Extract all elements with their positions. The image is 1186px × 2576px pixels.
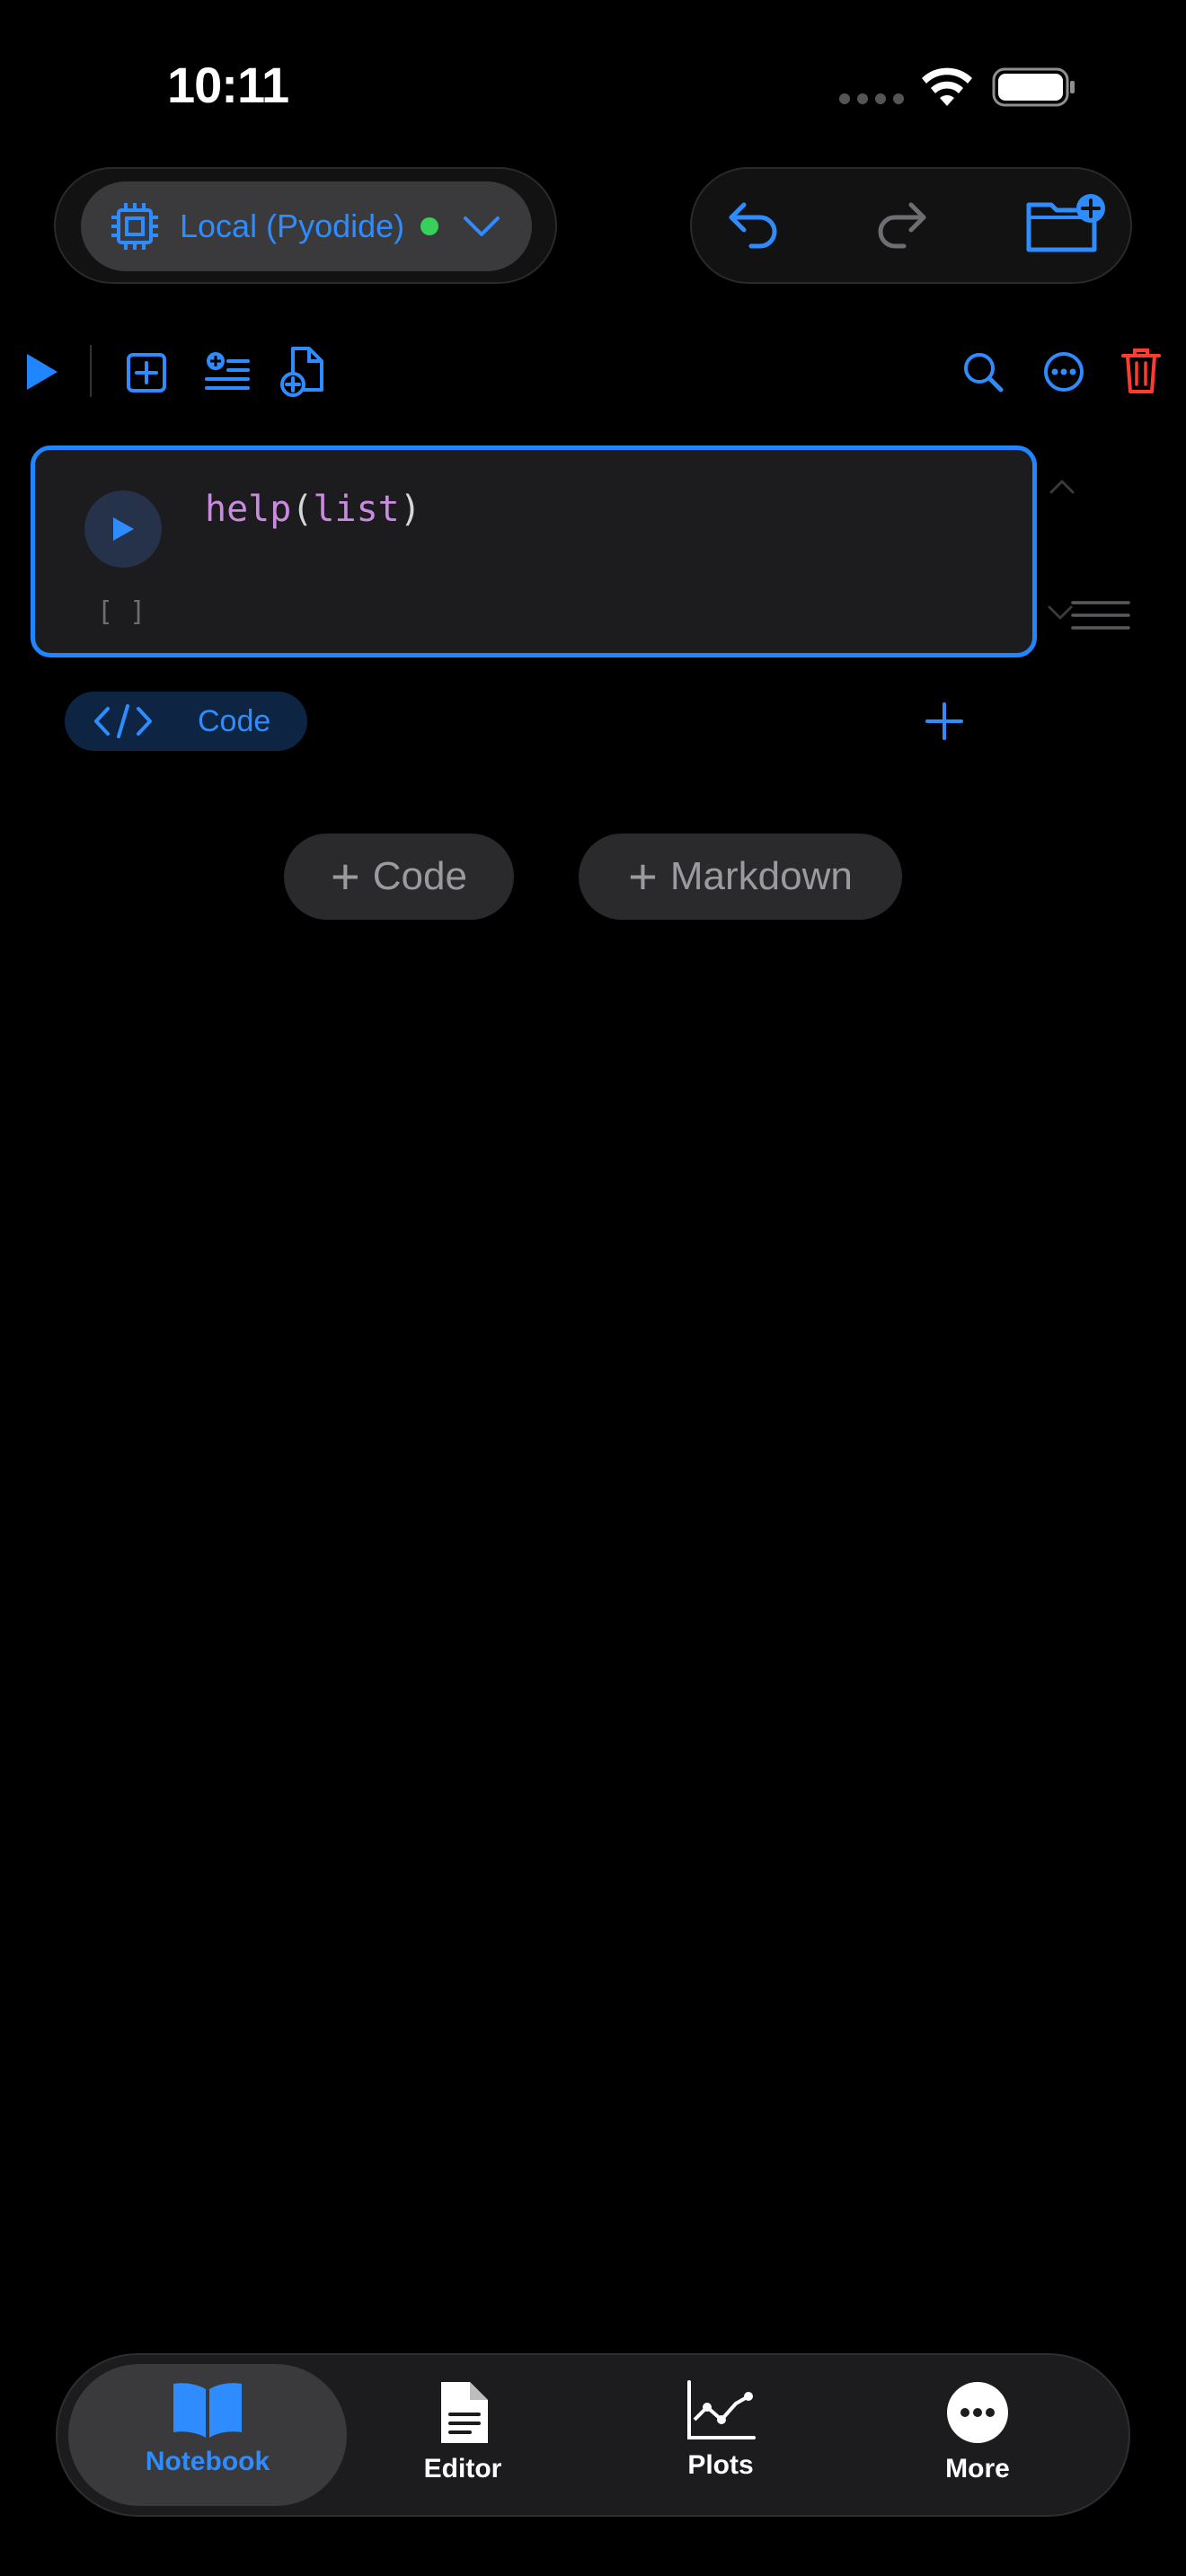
trash-icon[interactable] bbox=[1121, 347, 1161, 395]
tab-editor[interactable]: Editor bbox=[373, 2380, 553, 2497]
play-icon bbox=[113, 517, 134, 541]
tab-label: More bbox=[945, 2454, 1010, 2483]
code-close-paren: ) bbox=[399, 489, 421, 530]
battery-icon bbox=[992, 67, 1075, 107]
more-ellipsis-icon[interactable] bbox=[1042, 350, 1085, 393]
run-cell-button[interactable] bbox=[84, 490, 162, 568]
cpu-chip-icon bbox=[111, 203, 158, 250]
move-cell-up-icon[interactable] bbox=[1048, 474, 1076, 499]
runtime-status-indicator bbox=[420, 217, 439, 235]
tab-plots[interactable]: Plots bbox=[631, 2380, 810, 2497]
code-argument: list bbox=[313, 489, 400, 530]
line-chart-icon bbox=[687, 2380, 756, 2439]
cell-type-selector[interactable]: Code bbox=[65, 692, 307, 751]
book-icon bbox=[173, 2383, 242, 2438]
status-time: 10:11 bbox=[167, 57, 289, 113]
folder-plus-icon[interactable] bbox=[1024, 192, 1107, 255]
code-function-name: help bbox=[205, 489, 292, 530]
toolbar-divider bbox=[90, 345, 92, 397]
insert-list-icon[interactable] bbox=[205, 350, 250, 393]
redo-arrow-icon[interactable] bbox=[873, 196, 931, 253]
wifi-icon bbox=[922, 67, 972, 106]
add-cell-icon[interactable] bbox=[126, 352, 167, 393]
undo-arrow-icon[interactable] bbox=[724, 196, 782, 253]
code-editor[interactable]: help(list) bbox=[205, 489, 421, 530]
tab-label: Plots bbox=[687, 2450, 754, 2480]
runtime-selector[interactable]: Local (Pyodide) bbox=[81, 181, 532, 271]
document-icon bbox=[441, 2382, 488, 2443]
drag-handle-icon[interactable] bbox=[1071, 600, 1130, 631]
runtime-label: Local (Pyodide) bbox=[180, 207, 405, 244]
cell-type-label: Code bbox=[198, 703, 271, 738]
ellipsis-circle-icon bbox=[947, 2382, 1008, 2443]
run-all-icon[interactable] bbox=[23, 352, 59, 392]
code-brackets-icon bbox=[94, 704, 152, 738]
code-open-paren: ( bbox=[291, 489, 314, 530]
tab-label: Notebook bbox=[145, 2447, 270, 2476]
tab-notebook[interactable]: Notebook bbox=[118, 2380, 297, 2497]
new-document-icon[interactable] bbox=[280, 345, 325, 397]
add-markdown-cell-button[interactable]: + Markdown bbox=[579, 834, 902, 920]
execution-count: [ ] bbox=[97, 596, 146, 628]
tab-label: Editor bbox=[423, 2454, 502, 2483]
tab-more[interactable]: More bbox=[888, 2380, 1067, 2497]
cellular-signal-icon bbox=[839, 93, 904, 104]
plus-icon: + bbox=[331, 848, 360, 904]
search-icon[interactable] bbox=[961, 350, 1005, 393]
add-markdown-label: Markdown bbox=[669, 854, 853, 898]
add-code-cell-button[interactable]: + Code bbox=[284, 834, 514, 920]
add-cell-below-icon[interactable] bbox=[925, 702, 963, 740]
code-cell[interactable] bbox=[31, 446, 1037, 657]
plus-icon: + bbox=[628, 848, 658, 904]
add-code-label: Code bbox=[372, 854, 467, 898]
chevron-down-icon bbox=[464, 216, 500, 236]
